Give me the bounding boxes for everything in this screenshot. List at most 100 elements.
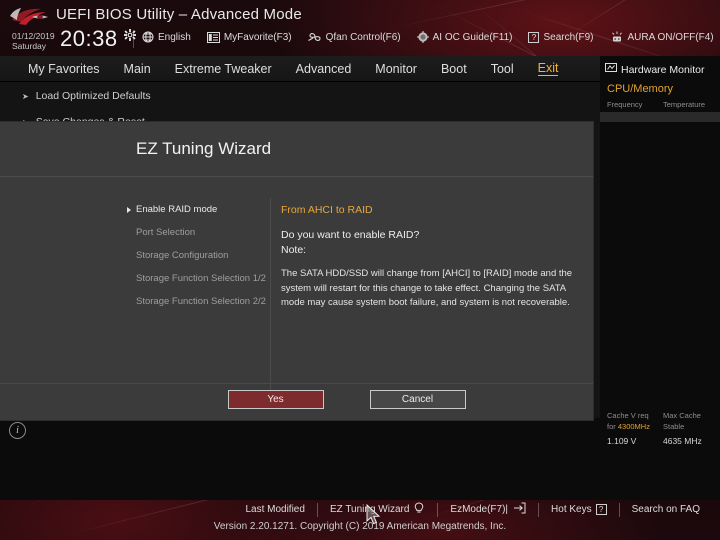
cache-vreq-label: Cache V req bbox=[607, 411, 649, 420]
system-date: 01/12/2019 Saturday bbox=[12, 31, 55, 51]
arrow-box-icon bbox=[512, 502, 526, 517]
tab-my-favorites[interactable]: My Favorites bbox=[28, 62, 100, 76]
hot-keys-label: Hot Keys bbox=[551, 504, 592, 515]
last-modified-button[interactable]: Last Modified bbox=[233, 504, 316, 515]
dialog-button-row: Yes Cancel bbox=[0, 390, 593, 409]
myfavorite-button[interactable]: MyFavorite(F3) bbox=[206, 31, 292, 43]
question-box-icon: ? bbox=[528, 31, 540, 43]
date-text: 01/12/2019 bbox=[12, 31, 55, 41]
header-toolbar: English MyFavorite(F3) Qfan Control(F6) … bbox=[142, 31, 720, 43]
version-text: Version 2.20.1271. Copyright (C) 2019 Am… bbox=[213, 521, 507, 532]
wizard-step-list: Enable RAID mode Port Selection Storage … bbox=[127, 204, 267, 319]
content-heading: From AHCI to RAID bbox=[281, 204, 373, 216]
column-frequency: Frequency bbox=[607, 100, 643, 109]
chip-icon bbox=[416, 31, 429, 43]
main-menu-bar: My Favorites Main Extreme Tweaker Advanc… bbox=[0, 56, 600, 82]
max-cache-stable: Stable bbox=[663, 422, 685, 431]
search-on-faq-button[interactable]: Search on FAQ bbox=[620, 504, 712, 515]
content-question: Do you want to enable RAID? bbox=[281, 229, 420, 241]
menu-row-load-optimized-defaults[interactable]: ➤ Load Optimized Defaults bbox=[0, 90, 600, 102]
dialog-button-divider bbox=[0, 383, 593, 384]
hot-keys-button[interactable]: Hot Keys ? bbox=[539, 504, 619, 515]
info-bar bbox=[0, 418, 600, 500]
ai-oc-guide-button[interactable]: AI OC Guide(F11) bbox=[416, 31, 513, 43]
hardware-monitor-label: Hardware Monitor bbox=[621, 63, 705, 76]
wizard-step-port-selection[interactable]: Port Selection bbox=[127, 227, 267, 238]
sidebar-divider bbox=[600, 112, 720, 122]
content-body-text: The SATA HDD/SSD will change from [AHCI]… bbox=[281, 268, 573, 308]
yes-button[interactable]: Yes bbox=[227, 390, 324, 409]
system-clock: 20:38 bbox=[60, 26, 118, 51]
wizard-content-pane: From AHCI to RAID Do you want to enable … bbox=[281, 204, 581, 311]
search-label: Search(F9) bbox=[543, 31, 594, 43]
sidebar-column-headers: Frequency Temperature bbox=[600, 98, 720, 109]
max-cache-label: Max Cache bbox=[663, 411, 701, 420]
qfan-control-button[interactable]: Qfan Control(F6) bbox=[307, 31, 401, 43]
search-button[interactable]: ? Search(F9) bbox=[528, 31, 594, 43]
cache-stat-labels-line1: Cache V req Max Cache bbox=[600, 410, 720, 421]
tab-boot[interactable]: Boot bbox=[441, 62, 467, 76]
gear-icon[interactable] bbox=[124, 28, 136, 41]
aura-label: AURA ON/OFF(F4) bbox=[627, 31, 714, 43]
wizard-step-label: Enable RAID mode bbox=[136, 204, 218, 215]
wizard-step-storage-function-selection-1[interactable]: Storage Function Selection 1/2 bbox=[127, 273, 267, 284]
dialog-title: EZ Tuning Wizard bbox=[136, 139, 272, 158]
dialog-title-divider bbox=[0, 176, 593, 177]
wizard-step-storage-configuration[interactable]: Storage Configuration bbox=[127, 250, 267, 261]
bulb-icon bbox=[413, 502, 425, 517]
search-on-faq-label: Search on FAQ bbox=[631, 504, 700, 515]
tab-exit[interactable]: Exit bbox=[537, 61, 559, 76]
sidebar-section-cpu-memory[interactable]: CPU/Memory bbox=[600, 76, 720, 98]
cache-voltage-value: 1.109 V bbox=[607, 436, 637, 446]
ez-tuning-wizard-dialog: EZ Tuning Wizard Enable RAID mode Port S… bbox=[0, 122, 593, 420]
ezmode-label: EzMode(F7)| bbox=[450, 504, 509, 515]
wizard-step-label: Storage Function Selection 2/2 bbox=[136, 296, 266, 307]
max-cache-value: 4635 MHz bbox=[663, 436, 702, 446]
ai-oc-guide-label: AI OC Guide(F11) bbox=[432, 31, 513, 43]
cache-vreq-freq-value: 4300MHz bbox=[617, 422, 650, 431]
list-icon bbox=[206, 31, 220, 43]
cache-stat-labels-line2: for 4300MHz Stable bbox=[600, 421, 720, 432]
monitor-icon bbox=[605, 63, 617, 76]
hardware-monitor-sidebar: Hardware Monitor CPU/Memory Frequency Te… bbox=[600, 56, 720, 500]
ezmode-button[interactable]: EzMode(F7)| bbox=[438, 502, 538, 517]
cancel-button[interactable]: Cancel bbox=[369, 390, 466, 409]
tab-extreme-tweaker[interactable]: Extreme Tweaker bbox=[175, 62, 272, 76]
content-note-label: Note: bbox=[281, 244, 307, 256]
page-title: UEFI BIOS Utility – Advanced Mode bbox=[56, 6, 302, 23]
question-box-icon: ? bbox=[595, 504, 607, 515]
language-button[interactable]: English bbox=[142, 31, 191, 43]
cache-stat-values: 1.109 V 4635 MHz bbox=[600, 436, 720, 447]
dialog-vertical-divider bbox=[270, 198, 271, 398]
wizard-step-enable-raid-mode[interactable]: Enable RAID mode bbox=[127, 204, 267, 215]
cache-vreq-for: for bbox=[607, 422, 616, 431]
wizard-step-label: Storage Configuration bbox=[136, 250, 229, 261]
myfavorite-label: MyFavorite(F3) bbox=[223, 31, 292, 43]
ez-tuning-wizard-button[interactable]: EZ Tuning Wizard bbox=[318, 502, 437, 517]
menu-row-label: Load Optimized Defaults bbox=[35, 90, 151, 102]
weekday-text: Saturday bbox=[12, 41, 47, 51]
rog-logo-icon bbox=[8, 6, 52, 28]
triangle-right-icon bbox=[127, 206, 131, 213]
aura-toggle-button[interactable]: AURA ON/OFF(F4) bbox=[610, 31, 714, 43]
globe-icon bbox=[142, 31, 154, 43]
column-temperature: Temperature bbox=[663, 100, 706, 109]
footer-bar: Last Modified EZ Tuning Wizard EzMode(F7… bbox=[0, 500, 720, 540]
ez-tuning-wizard-label: EZ Tuning Wizard bbox=[329, 504, 410, 515]
info-icon[interactable]: i bbox=[9, 422, 26, 439]
fan-icon bbox=[307, 31, 322, 43]
wizard-step-storage-function-selection-2[interactable]: Storage Function Selection 2/2 bbox=[127, 296, 267, 307]
tab-tool[interactable]: Tool bbox=[491, 62, 514, 76]
cache-vreq-freq: for 4300MHz bbox=[607, 421, 655, 432]
wizard-step-label: Port Selection bbox=[136, 227, 196, 238]
aura-icon bbox=[610, 31, 624, 43]
tab-monitor[interactable]: Monitor bbox=[375, 62, 417, 76]
tab-advanced[interactable]: Advanced bbox=[296, 62, 352, 76]
tab-main[interactable]: Main bbox=[124, 62, 151, 76]
qfan-control-label: Qfan Control(F6) bbox=[325, 31, 401, 43]
language-label: English bbox=[158, 31, 191, 43]
header-bar: UEFI BIOS Utility – Advanced Mode 01/12/… bbox=[0, 0, 720, 56]
hardware-monitor-title: Hardware Monitor bbox=[600, 56, 720, 76]
wizard-step-label: Storage Function Selection 1/2 bbox=[136, 273, 266, 284]
header-divider bbox=[133, 30, 134, 48]
